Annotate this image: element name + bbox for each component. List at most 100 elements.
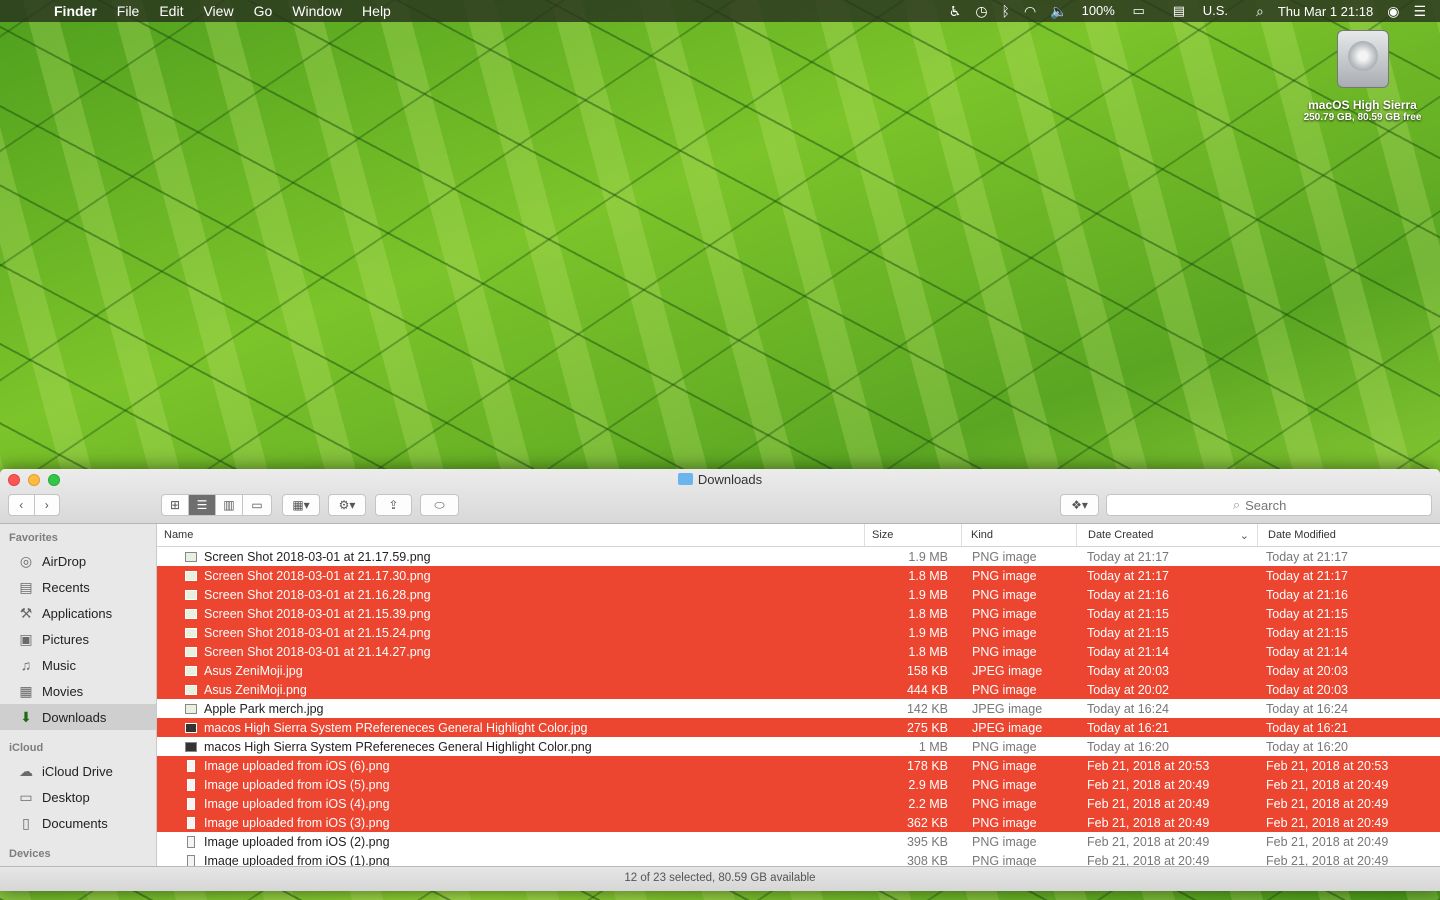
menu-help[interactable]: Help (362, 3, 391, 19)
column-header-label: Date Created (1088, 529, 1154, 541)
wifi-icon[interactable]: ◠ (1024, 3, 1036, 20)
file-size: 1.8 MB (908, 568, 948, 583)
applications-icon: ⚒ (19, 604, 33, 621)
table-row[interactable]: Screen Shot 2018-03-01 at 21.14.27.png 1.… (157, 642, 1440, 661)
table-row[interactable]: Asus ZeniMoji.png 444 KB PNG image Today at… (157, 680, 1440, 699)
image-file-icon (185, 703, 197, 714)
share-button[interactable]: ⇪ (375, 494, 412, 516)
gallery-view-button[interactable]: ▭ (243, 495, 271, 515)
menu-view[interactable]: View (203, 3, 233, 19)
desktop-disk[interactable]: macOS High Sierra 250.79 GB, 80.59 GB fr… (1290, 30, 1435, 123)
table-row[interactable]: Image uploaded from iOS (2).png 395 KB PNG… (157, 832, 1440, 851)
window-title: Downloads (0, 472, 1440, 487)
accessibility-icon[interactable]: ♿ (949, 3, 962, 20)
list-view-button[interactable]: ☰ (189, 495, 216, 515)
column-header-size[interactable]: Size (865, 524, 962, 546)
file-name: Asus ZeniMoji.png (204, 682, 307, 697)
image-file-icon (187, 816, 195, 829)
file-date-created: Today at 21:15 (1087, 625, 1170, 640)
table-row[interactable]: Screen Shot 2018-03-01 at 21.17.59.png 1.… (157, 547, 1440, 566)
sidebar-item-movies[interactable]: ▦ Movies (0, 678, 156, 704)
bluetooth-icon[interactable]: ᛒ (1002, 3, 1010, 19)
file-size: 444 KB (906, 682, 948, 697)
table-row[interactable]: Image uploaded from iOS (3).png 362 KB PNG… (157, 813, 1440, 832)
menu-clock[interactable]: Thu Mar 1 21:18 (1278, 4, 1373, 19)
group-by-button[interactable]: ▦▾ (282, 494, 320, 516)
column-header-date-created[interactable]: Date Created ⌄ (1077, 524, 1258, 546)
table-row[interactable]: macos High Sierra System PRefereneces Ge… (157, 737, 1440, 756)
column-header-date-modified[interactable]: Date Modified (1258, 524, 1440, 546)
sidebar-item-recents[interactable]: ▤ Recents (0, 574, 156, 600)
table-row[interactable]: Apple Park merch.jpg 142 KB JPEG image Toda… (157, 699, 1440, 718)
sidebar-item-applications[interactable]: ⚒ Applications (0, 600, 156, 626)
icon-view-button[interactable]: ⊞ (162, 495, 189, 515)
file-name-cell: Image uploaded from iOS (2).png (157, 835, 865, 849)
icloud-icon: ☁ (19, 762, 33, 779)
menu-go[interactable]: Go (254, 3, 273, 19)
search-input[interactable] (1245, 497, 1306, 513)
search-field[interactable]: ⌕ (1106, 494, 1432, 516)
table-row[interactable]: Screen Shot 2018-03-01 at 21.17.30.png 1.… (157, 566, 1440, 585)
file-size: 308 KB (906, 853, 948, 867)
file-size: 1 MB (918, 739, 948, 754)
downloads-icon: ⬇ (20, 708, 32, 725)
spotlight-search-icon[interactable]: ⌕ (1256, 3, 1264, 20)
column-header-kind[interactable]: Kind (962, 524, 1077, 546)
tags-button[interactable]: ⬭ (420, 494, 459, 516)
siri-icon[interactable]: ◉ (1387, 3, 1399, 20)
file-name-cell: Screen Shot 2018-03-01 at 21.14.27.png (157, 645, 865, 659)
file-kind: PNG image (972, 587, 1037, 602)
battery-status[interactable]: 100% ▭ (1082, 3, 1159, 19)
column-header-name[interactable]: Name (157, 524, 865, 546)
file-date-created: Today at 16:20 (1087, 739, 1170, 754)
file-date-modified: Today at 21:16 (1266, 587, 1349, 602)
action-button[interactable]: ⚙▾ (328, 494, 366, 516)
table-row[interactable]: Screen Shot 2018-03-01 at 21.16.28.png 1.… (157, 585, 1440, 604)
sidebar-item-icloud-drive[interactable]: ☁ iCloud Drive (0, 758, 156, 784)
file-name: Screen Shot 2018-03-01 at 21.15.24.png (204, 625, 431, 640)
table-row[interactable]: Screen Shot 2018-03-01 at 21.15.39.png 1.… (157, 604, 1440, 623)
sidebar-item-documents[interactable]: ▯ Documents (0, 810, 156, 836)
table-row[interactable]: Image uploaded from iOS (1).png 308 KB PNG… (157, 851, 1440, 866)
file-name-cell: Image uploaded from iOS (3).png (157, 816, 865, 830)
folder-icon (677, 473, 693, 485)
forward-button[interactable]: › (35, 495, 60, 515)
table-row[interactable]: Image uploaded from iOS (6).png 178 KB PNG… (157, 756, 1440, 775)
image-file-icon (185, 570, 197, 581)
sidebar-item-downloads[interactable]: ⬇ Downloads (0, 704, 156, 730)
image-file-icon (187, 797, 195, 810)
dropbox-button[interactable]: ❖▾ (1060, 494, 1099, 516)
table-row[interactable]: Image uploaded from iOS (4).png 2.2 MB PNG… (157, 794, 1440, 813)
file-date-created: Today at 20:03 (1087, 663, 1170, 678)
sidebar-item-pictures[interactable]: ▣ Pictures (0, 626, 156, 652)
file-date-modified: Today at 16:20 (1266, 739, 1349, 754)
menu-file[interactable]: File (117, 3, 140, 19)
back-button[interactable]: ‹ (9, 495, 35, 515)
volume-icon[interactable]: 🔈 (1050, 3, 1067, 20)
sort-chevron-down-icon: ⌄ (1239, 529, 1249, 542)
image-file-icon (187, 854, 195, 866)
sidebar-item-airdrop[interactable]: ◎ AirDrop (0, 548, 156, 574)
table-row[interactable]: macos High Sierra System PRefereneces Ge… (157, 718, 1440, 737)
time-machine-icon[interactable]: ◷ (975, 3, 987, 20)
sidebar-item-music[interactable]: ♫ Music (0, 652, 156, 678)
menu-app-name[interactable]: Finder (54, 3, 97, 19)
sidebar-item-desktop[interactable]: ▭ Desktop (0, 784, 156, 810)
sidebar-item-label: Pictures (42, 631, 89, 647)
file-kind: PNG image (972, 777, 1037, 792)
column-view-button[interactable]: ▥ (216, 495, 243, 515)
table-row[interactable]: Asus ZeniMoji.jpg 158 KB JPEG image Today a… (157, 661, 1440, 680)
table-row[interactable]: Image uploaded from iOS (5).png 2.9 MB PNG… (157, 775, 1440, 794)
view-mode-control: ⊞ ☰ ▥ ▭ (161, 494, 272, 516)
file-date-created: Feb 21, 2018 at 20:49 (1087, 853, 1210, 867)
file-date-modified: Today at 21:17 (1266, 549, 1349, 564)
notification-center-icon[interactable]: ☰ (1413, 3, 1426, 20)
input-source-menu[interactable]: ▤ U.S. (1173, 3, 1242, 19)
movies-icon: ▦ (19, 682, 33, 699)
menu-bar: Finder File Edit View Go Window Help ♿ ◷… (0, 0, 1440, 22)
menu-window[interactable]: Window (292, 3, 342, 19)
table-row[interactable]: Screen Shot 2018-03-01 at 21.15.24.png 1.… (157, 623, 1440, 642)
file-date-created: Today at 21:17 (1087, 549, 1170, 564)
menu-edit[interactable]: Edit (159, 3, 183, 19)
file-date-modified: Today at 21:14 (1266, 644, 1349, 659)
